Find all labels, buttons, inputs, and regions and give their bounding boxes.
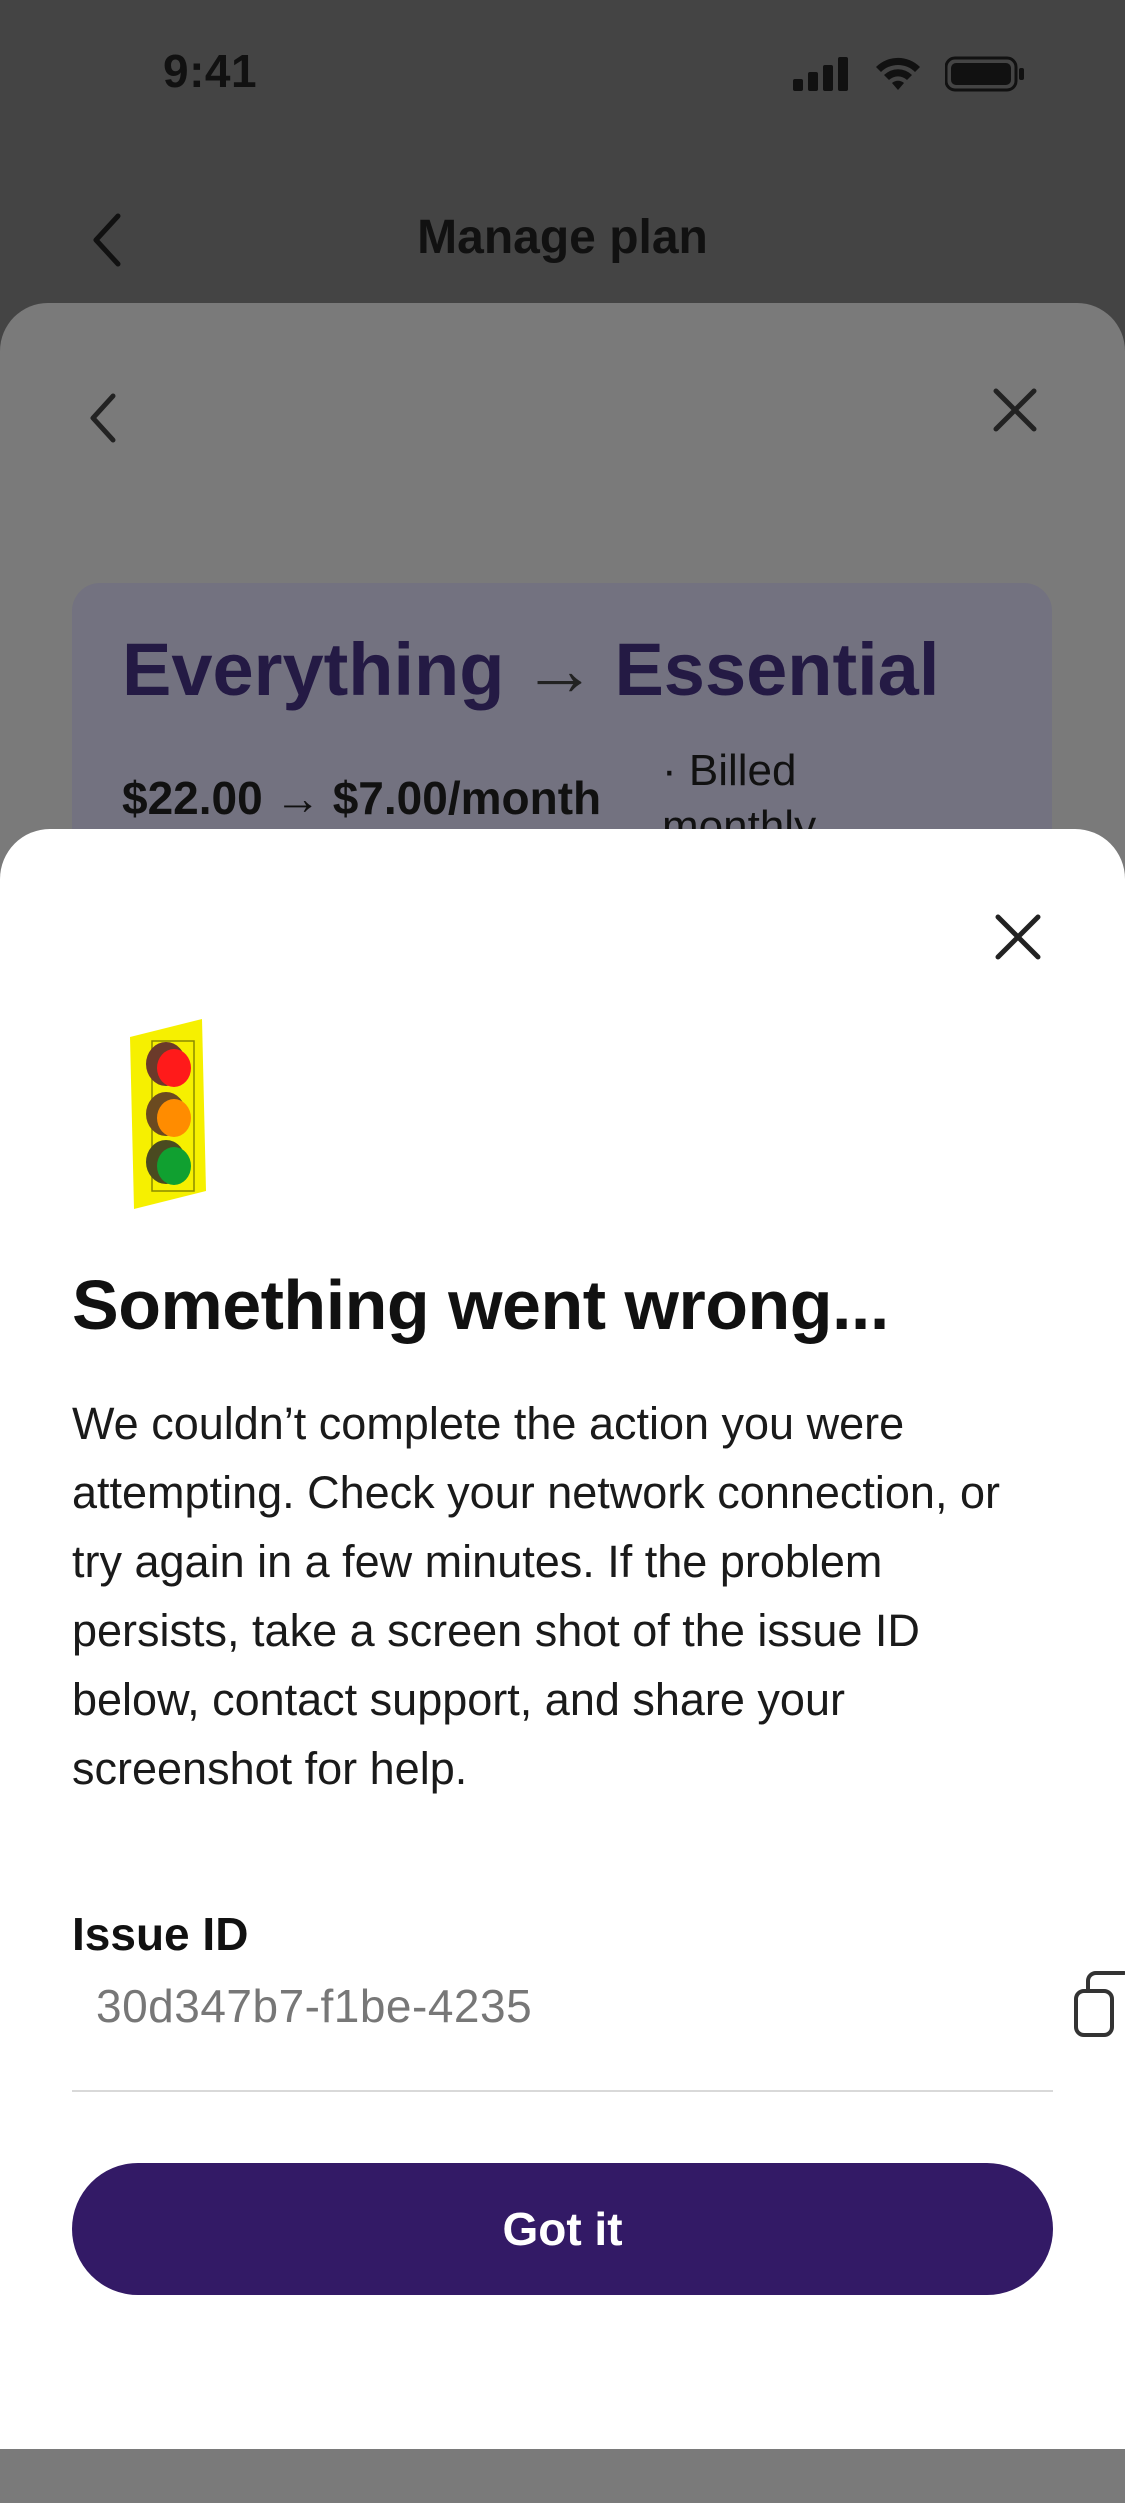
chevron-left-icon[interactable] bbox=[85, 388, 125, 448]
signal-icon bbox=[793, 57, 848, 91]
modal-title: Something went wrong... bbox=[72, 1266, 889, 1344]
issue-id-label: Issue ID bbox=[72, 1908, 249, 1960]
wifi-icon bbox=[876, 57, 920, 90]
plan-from: Everything bbox=[122, 628, 505, 711]
issue-id-value: 30d347b7-f1be-4235 bbox=[96, 1980, 533, 2032]
arrow-right-icon: → bbox=[522, 628, 597, 711]
close-icon[interactable] bbox=[990, 909, 1046, 965]
copy-icon[interactable] bbox=[1072, 1969, 1125, 2039]
battery-icon bbox=[945, 56, 1024, 92]
error-modal: Something went wrong... We couldn’t comp… bbox=[0, 829, 1125, 2449]
price-change: $22.00 → $7.00/month bbox=[122, 771, 601, 825]
close-icon[interactable] bbox=[990, 385, 1040, 435]
price-from: $22.00 bbox=[122, 772, 263, 824]
arrow-right-icon: → bbox=[274, 772, 321, 824]
modal-body: We couldn’t complete the action you were… bbox=[72, 1398, 1000, 1794]
price-to: $7.00/month bbox=[332, 772, 602, 824]
page-title: Manage plan bbox=[417, 211, 708, 264]
got-it-button[interactable]: Got it bbox=[72, 2163, 1053, 2295]
plan-change: Everything → Essential bbox=[122, 627, 939, 712]
traffic-light-icon bbox=[130, 1019, 206, 1209]
status-time: 9:41 bbox=[163, 45, 258, 97]
nav-header: Manage plan bbox=[0, 180, 1125, 300]
plan-to: Essential bbox=[614, 628, 940, 711]
divider bbox=[72, 2090, 1053, 2092]
status-bar: 9:41 bbox=[0, 0, 1125, 150]
status-icons bbox=[793, 56, 1025, 92]
